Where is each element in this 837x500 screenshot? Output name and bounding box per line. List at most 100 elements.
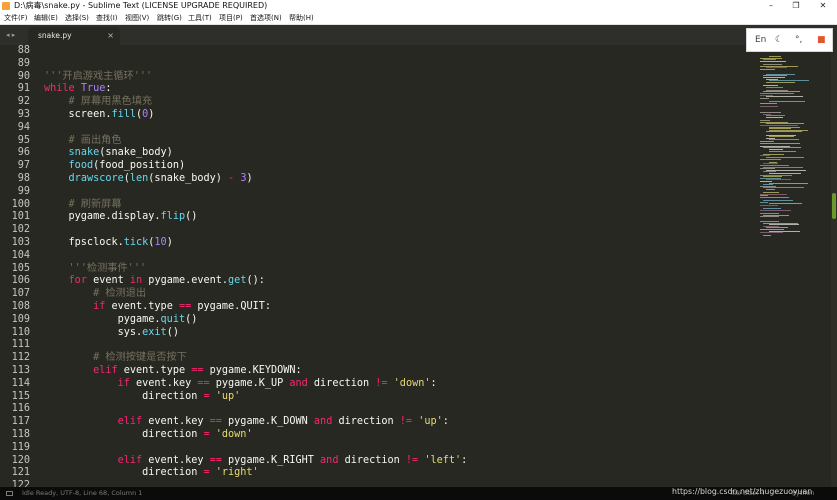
code-line[interactable]: # 检测按键是否按下 [44, 352, 187, 364]
maximize-button[interactable]: ❐ [785, 0, 807, 12]
code-token-text: fpsclock. [44, 237, 124, 248]
code-line[interactable]: # 刷新屏幕 [44, 199, 122, 211]
menu-edit[interactable]: 编辑(E) [34, 12, 58, 24]
line-number: 105 [11, 262, 30, 274]
code-line[interactable]: # 画出角色 [44, 135, 122, 147]
status-text: Idle Ready, UTF-8, Line 68, Column 1 [22, 489, 143, 497]
code-line[interactable]: direction = 'up' [44, 391, 240, 403]
code-line[interactable]: '''检测事件''' [44, 262, 147, 275]
code-token-text: direction [44, 429, 204, 440]
line-number: 88 [17, 45, 30, 56]
code-line[interactable]: while True: [44, 83, 112, 95]
ime-grid-icon[interactable]: ■ [817, 33, 826, 47]
minimap-line [766, 117, 783, 118]
code-token-text: : [461, 454, 468, 466]
code-token-text: : [105, 83, 112, 95]
code-token-string: 'right' [215, 467, 259, 479]
minimap[interactable] [752, 45, 832, 245]
tab-close-icon[interactable]: × [107, 30, 114, 42]
code-token-text: pygame.display. [44, 211, 161, 223]
menu-view[interactable]: 视图(V) [125, 12, 149, 24]
moon-icon[interactable]: ☾ [775, 33, 783, 47]
code-token-string: 'left' [424, 454, 462, 466]
code-token-keyword: if [93, 301, 106, 312]
code-line[interactable]: elif event.key == pygame.K_RIGHT and dir… [44, 454, 468, 467]
code-line[interactable]: elif event.key == pygame.K_DOWN and dire… [44, 416, 449, 428]
menu-preferences[interactable]: 首选项(N) [250, 12, 282, 24]
menu-find[interactable]: 查找(I) [96, 12, 118, 24]
code-token-keyword: and [289, 377, 308, 389]
ime-language[interactable]: En [755, 33, 766, 47]
code-line[interactable]: screen.fill(0) [44, 109, 155, 121]
scrollbar-thumb[interactable] [832, 193, 836, 219]
minimap-line [766, 86, 783, 88]
code-line[interactable]: sys.exit() [44, 327, 179, 339]
vertical-scrollbar[interactable] [831, 45, 837, 487]
code-token-builtin: get [228, 275, 247, 287]
code-token-text: event.key [129, 377, 198, 389]
minimap-line [760, 102, 777, 104]
code-line[interactable]: # 屏幕用黑色填充 [44, 96, 153, 108]
code-line[interactable]: '''开启游戏主循环''' [44, 71, 152, 83]
tab-snake-py[interactable]: snake.py × [28, 27, 120, 45]
code-token-text: direction [332, 416, 400, 428]
line-number: 106 [11, 275, 30, 287]
code-token-text: () [185, 313, 198, 325]
code-token-comment: '''检测事件''' [44, 262, 147, 274]
code-token-string: 'up' [418, 416, 443, 428]
code-token-builtin: len [129, 173, 149, 184]
minimap-line [763, 235, 771, 237]
code-line[interactable]: direction = 'down' [44, 429, 252, 441]
panel-toggle-icon[interactable] [6, 491, 13, 496]
minimap-line [760, 197, 789, 198]
menu-selection[interactable]: 选择(S) [65, 12, 89, 24]
code-line[interactable]: fpsclock.tick(10) [44, 237, 173, 249]
code-line[interactable]: food(food_position) [44, 160, 186, 172]
code-token-keyword: elif [117, 454, 143, 466]
line-number: 111 [11, 339, 30, 351]
code-token-keyword: == [191, 365, 204, 376]
menu-help[interactable]: 帮助(H) [289, 12, 314, 24]
line-number: 99 [17, 185, 30, 197]
code-token-builtin: snake [68, 147, 100, 159]
code-line[interactable]: pygame.quit() [44, 313, 198, 326]
code-token-text: () [166, 326, 179, 338]
menu-file[interactable]: 文件(F) [4, 12, 28, 24]
code-token-text: pygame.QUIT: [191, 301, 271, 312]
menu-goto[interactable]: 跳转(G) [157, 12, 182, 24]
code-editor[interactable]: 88 89 90 91 92 93 94 95 96 97 98 99 100 101 102 103 104 1… [0, 45, 837, 487]
line-number: 94 [17, 121, 30, 133]
code-token-text: pygame.K_UP [209, 377, 290, 389]
code-line[interactable]: for event in pygame.event.get(): [44, 275, 265, 287]
minimap-line [766, 131, 802, 133]
code-line[interactable]: drawscore(len(snake_body) - 3) [44, 173, 253, 185]
code-token-text: : [430, 377, 437, 389]
code-token-keyword: elif [117, 416, 143, 428]
line-number: 108 [11, 301, 30, 312]
code-line[interactable]: elif event.type == pygame.KEYDOWN: [44, 365, 302, 377]
code-line[interactable]: if event.type == pygame.QUIT: [44, 301, 271, 313]
code-token-text: () [185, 211, 198, 223]
code-line[interactable]: direction = 'right' [44, 467, 259, 479]
line-number: 116 [11, 403, 30, 415]
code-token-text: direction [307, 377, 376, 389]
menu-tools[interactable]: 工具(T) [188, 12, 212, 24]
minimize-button[interactable]: – [760, 0, 782, 12]
code-token-text: (): [246, 275, 265, 287]
code-area[interactable]: '''开启游戏主循环''' while True: # 屏幕用黑色填充 scree… [44, 45, 744, 487]
menu-project[interactable]: 项目(P) [219, 12, 243, 24]
code-line[interactable]: # 检测退出 [44, 288, 146, 300]
line-number: 104 [11, 249, 30, 261]
code-line[interactable]: if event.key == pygame.K_UP and directio… [44, 378, 437, 390]
ime-toolbar: En ☾ °, ■ [746, 28, 833, 52]
close-window-button[interactable]: ✕ [812, 0, 834, 12]
line-number: 119 [11, 441, 30, 453]
tab-nav-arrows-icon[interactable]: ◂ ▸ [6, 29, 24, 41]
punctuation-icon[interactable]: °, [795, 33, 802, 47]
line-number: 120 [11, 454, 30, 466]
code-line[interactable]: snake(snake_body) [44, 147, 173, 159]
code-line[interactable]: pygame.display.flip() [44, 211, 198, 223]
